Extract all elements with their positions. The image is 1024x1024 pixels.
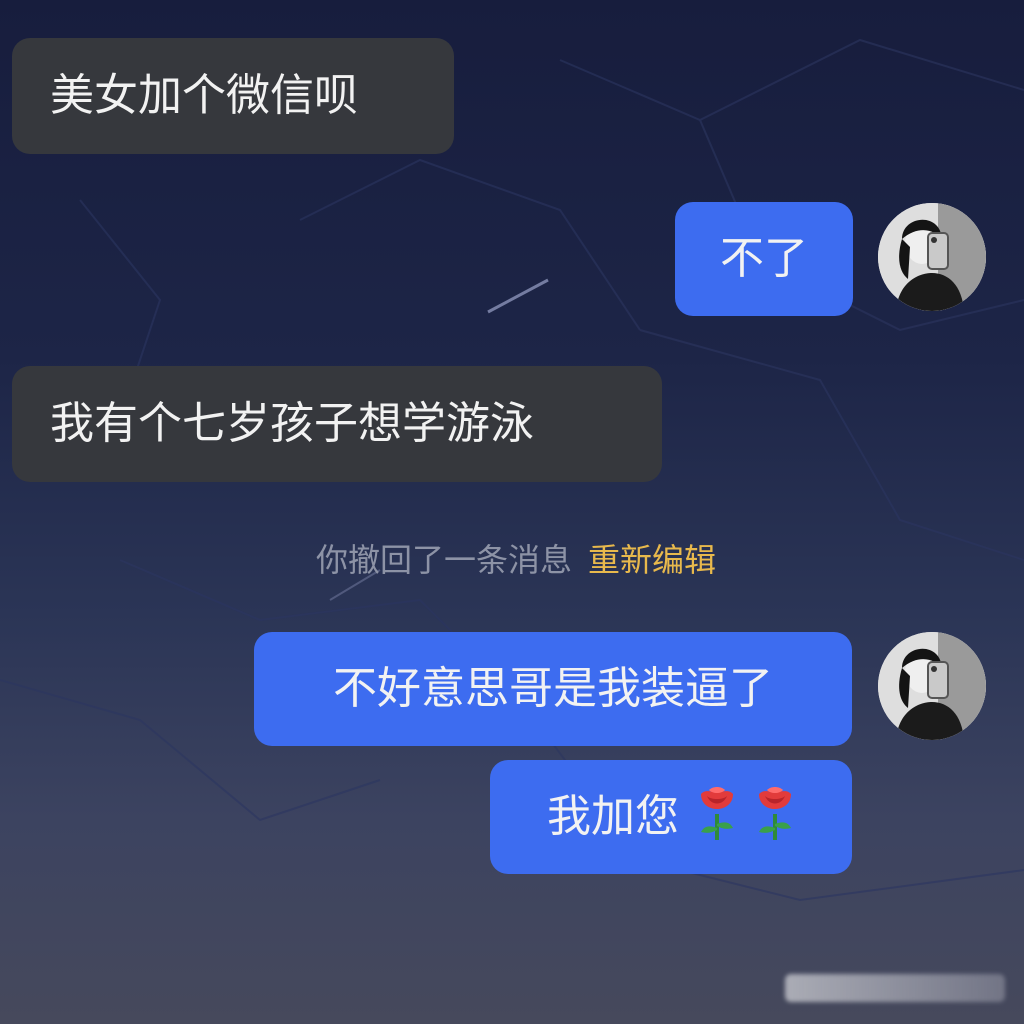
message-text: 我有个七岁孩子想学游泳 — [50, 398, 534, 449]
message-text: 不好意思哥是我装逼了 — [333, 663, 773, 714]
outgoing-message-bubble[interactable]: 我加您 — [490, 760, 852, 874]
avatar-photo-icon — [878, 203, 986, 311]
recall-notice-text: 你撤回了一条消息 — [315, 541, 572, 579]
message-text: 美女加个微信呗 — [50, 70, 358, 121]
message-text: 我加您 — [547, 791, 679, 842]
re-edit-link[interactable]: 重新编辑 — [588, 535, 716, 581]
avatar-photo-icon — [878, 632, 986, 740]
incoming-message-bubble[interactable]: 美女加个微信呗 — [12, 38, 454, 154]
outgoing-message-bubble[interactable]: 不了 — [675, 202, 853, 316]
recalled-message-notice: 你撤回了一条消息 重新编辑 — [0, 536, 1024, 580]
user-avatar[interactable] — [878, 203, 986, 311]
outgoing-message-bubble[interactable]: 不好意思哥是我装逼了 — [254, 632, 852, 746]
rose-icon — [755, 784, 795, 850]
message-text: 不了 — [720, 233, 808, 284]
blurred-watermark — [785, 974, 1005, 1002]
user-avatar[interactable] — [878, 632, 986, 740]
incoming-message-bubble[interactable]: 我有个七岁孩子想学游泳 — [12, 366, 662, 482]
rose-icon — [697, 784, 737, 850]
